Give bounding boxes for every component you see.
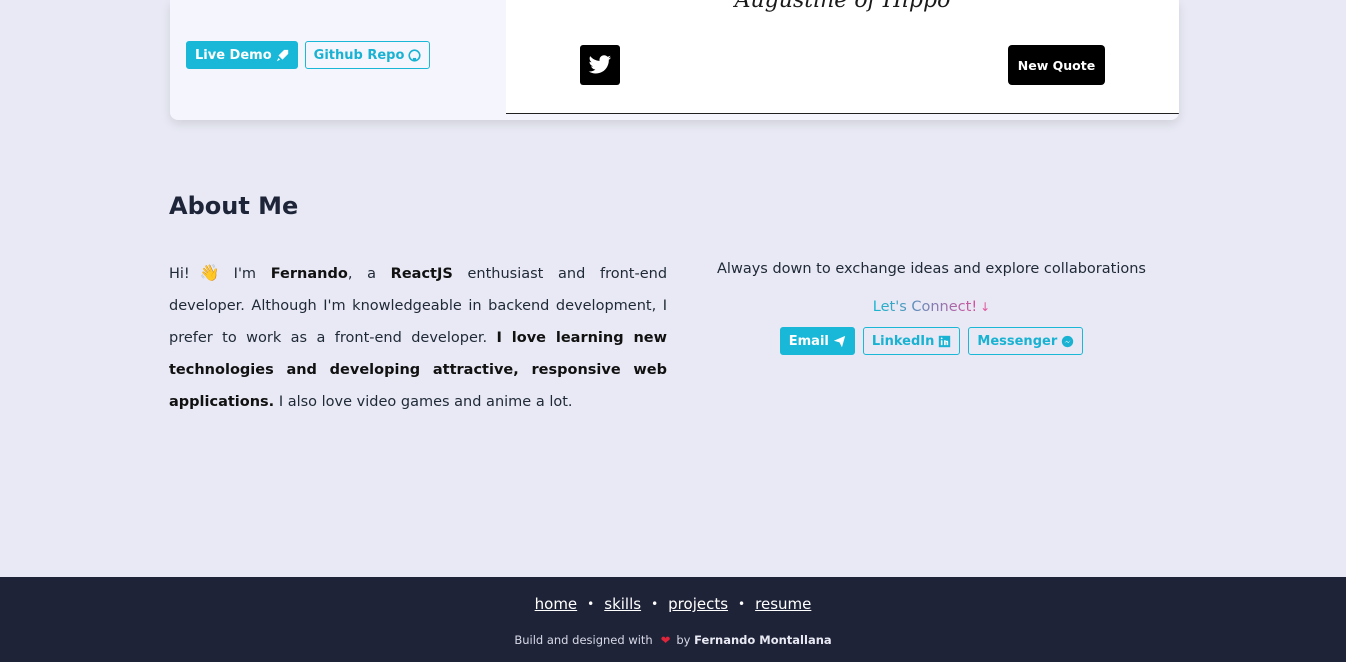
- project-card-actions: Live Demo Github Repo: [170, 0, 506, 120]
- about-title: About Me: [169, 192, 299, 220]
- site-footer: home • skills • projects • resume Build …: [0, 577, 1346, 662]
- nav-separator: •: [738, 597, 746, 611]
- quote-author: Augustine of Hippo: [734, 0, 951, 13]
- about-name: Fernando: [270, 266, 348, 282]
- live-demo-label: Live Demo: [195, 47, 272, 63]
- heart-icon: ❤: [660, 633, 671, 647]
- messenger-icon: [1062, 335, 1074, 347]
- paper-plane-icon: [833, 335, 846, 347]
- about-hi: Hi!: [169, 266, 190, 282]
- connect-section: Always down to exchange ideas and explor…: [700, 257, 1163, 355]
- connect-tagline: Always down to exchange ideas and explor…: [717, 261, 1146, 277]
- new-quote-button[interactable]: New Quote: [1008, 45, 1105, 85]
- quote-machine-preview: Augustine of Hippo New Quote: [506, 0, 1179, 114]
- lets-connect-text: Let's Connect!: [872, 299, 978, 315]
- footer-credit: Build and designed with ❤ by Fernando Mont…: [0, 633, 1346, 647]
- github-repo-button[interactable]: Github Repo: [304, 41, 431, 69]
- about-reactjs: ReactJS: [390, 266, 453, 282]
- credit-by: by: [676, 633, 691, 647]
- twitter-icon: [588, 55, 612, 74]
- linkedin-button[interactable]: LinkedIn: [862, 327, 961, 355]
- about-paragraph: Hi! 👋 I'm Fernando, a ReactJS enthusiast a…: [169, 257, 667, 418]
- messenger-label: Messenger: [977, 333, 1058, 349]
- waving-hand-icon: 👋: [199, 263, 220, 282]
- footer-link-resume[interactable]: resume: [755, 595, 811, 613]
- project-card: Live Demo Github Repo Augustine of Hippo…: [170, 0, 1179, 120]
- github-repo-label: Github Repo: [313, 47, 405, 63]
- credit-name: Fernando Montallana: [694, 633, 832, 647]
- arrow-down-icon: ↓: [980, 300, 991, 314]
- nav-separator: •: [587, 597, 595, 611]
- credit-prefix: Build and designed with: [514, 633, 653, 647]
- email-button[interactable]: Email: [779, 327, 855, 355]
- linkedin-icon: [939, 335, 951, 347]
- nav-separator: •: [651, 597, 659, 611]
- github-icon: [408, 48, 421, 62]
- messenger-button[interactable]: Messenger: [968, 327, 1084, 355]
- contact-buttons: Email LinkedIn Messenger: [700, 327, 1163, 355]
- about-im: I'm: [233, 266, 257, 282]
- footer-link-home[interactable]: home: [535, 595, 578, 613]
- footer-link-projects[interactable]: projects: [668, 595, 728, 613]
- lets-connect-heading: Let's Connect! ↓: [700, 297, 1163, 317]
- about-text-a: , a: [347, 266, 376, 282]
- rocket-icon: [276, 49, 288, 61]
- footer-nav: home • skills • projects • resume: [0, 595, 1346, 613]
- about-text-c: I also love video games and anime a lot.: [278, 394, 573, 410]
- tweet-quote-button[interactable]: [580, 45, 620, 85]
- footer-link-skills[interactable]: skills: [604, 595, 641, 613]
- linkedin-label: LinkedIn: [871, 333, 935, 349]
- live-demo-button[interactable]: Live Demo: [186, 41, 298, 69]
- email-label: Email: [788, 333, 829, 349]
